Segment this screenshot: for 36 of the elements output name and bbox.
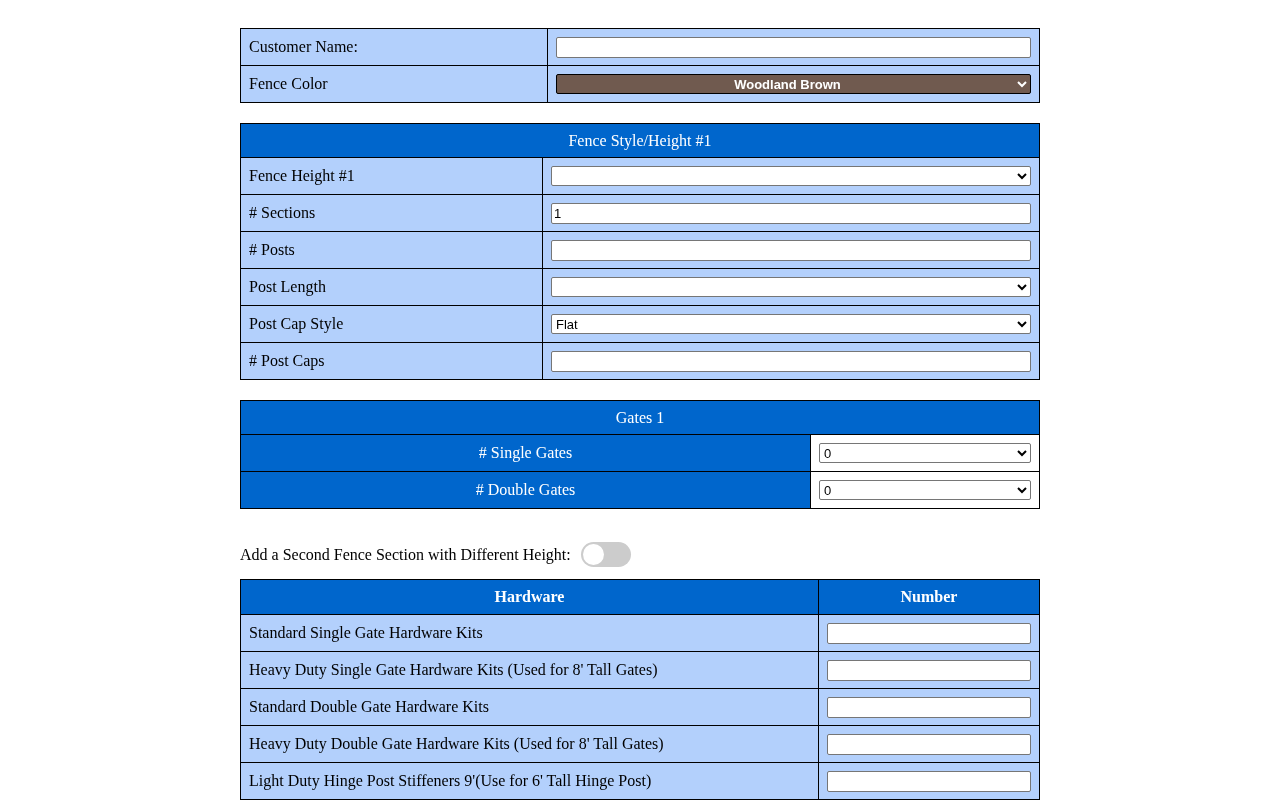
section-header: Fence Style/Height #1 (240, 123, 1040, 158)
toggle-switch[interactable] (580, 542, 631, 567)
section-header: Gates 1 (240, 400, 1040, 435)
field-label: Fence Height #1 (240, 157, 543, 195)
field-label: # Sections (240, 194, 543, 232)
field-label: # Single Gates (240, 434, 811, 472)
field-label: Post Cap Style (240, 305, 543, 343)
field-label: # Posts (240, 231, 543, 269)
color-dropdown[interactable]: Woodland Brown (556, 74, 1031, 94)
column-header: Number (818, 579, 1040, 615)
number-input[interactable] (827, 770, 1031, 792)
dropdown[interactable]: 0 (819, 480, 1031, 500)
dropdown[interactable]: Flat (551, 314, 1031, 334)
text-input[interactable]: 1 (551, 202, 1031, 224)
table-cell: Standard Single Gate Hardware Kits (240, 614, 819, 652)
text-input[interactable] (556, 36, 1031, 58)
text-input[interactable] (551, 239, 1031, 261)
number-input[interactable] (827, 733, 1031, 755)
field-label: Fence Color (240, 65, 548, 103)
number-input[interactable] (827, 659, 1031, 681)
toggle-label: Add a Second Fence Section with Different Height: (240, 545, 571, 564)
dropdown[interactable] (551, 166, 1031, 186)
field-label: # Double Gates (240, 471, 811, 509)
text-input[interactable] (551, 350, 1031, 372)
field-label: Customer Name: (240, 28, 548, 66)
table-cell: Light Duty Hinge Post Stiffeners 9'(Use for 6' Tall Hinge Post) (240, 762, 819, 800)
dropdown[interactable] (551, 277, 1031, 297)
number-input[interactable] (827, 622, 1031, 644)
field-label: Post Length (240, 268, 543, 306)
dropdown[interactable]: 0 (819, 443, 1031, 463)
table-cell: Heavy Duty Single Gate Hardware Kits (Used for 8' Tall Gates) (240, 651, 819, 689)
table-cell: Heavy Duty Double Gate Hardware Kits (Used for 8' Tall Gates) (240, 725, 819, 763)
column-header: Hardware (240, 579, 819, 615)
table-cell: Standard Double Gate Hardware Kits (240, 688, 819, 726)
number-input[interactable] (827, 696, 1031, 718)
field-label: # Post Caps (240, 342, 543, 380)
